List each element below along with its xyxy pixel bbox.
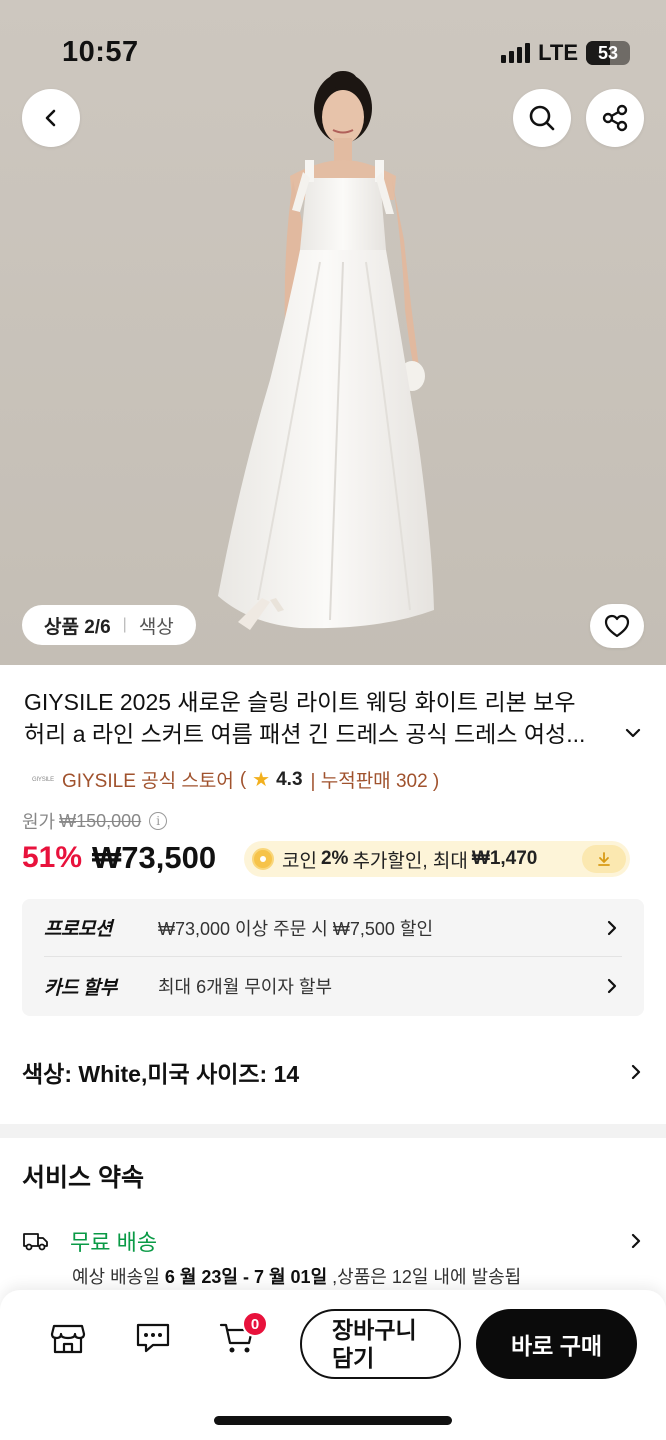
favorite-button[interactable] xyxy=(590,604,644,648)
add-to-cart-button[interactable]: 장바구니 담기 xyxy=(300,1309,461,1379)
product-title-line1: GIYSILE 2025 새로운 슬링 라이트 웨딩 화이트 리본 보우 xyxy=(24,689,576,715)
truck-icon xyxy=(23,1233,48,1251)
section-divider xyxy=(0,1124,666,1138)
delivery-suffix: ,상품은 12일 내에 발송됩 xyxy=(332,1267,522,1287)
add-to-cart-label-line1: 장바구니 xyxy=(332,1317,417,1343)
original-price-row: 원가 ₩150,000 i xyxy=(22,808,168,834)
star-icon: ★ xyxy=(252,769,271,791)
chat-icon xyxy=(136,1323,170,1353)
share-button[interactable] xyxy=(586,89,644,147)
promotion-label: 프로모션 xyxy=(44,919,112,940)
sale-price: ₩73,500 xyxy=(92,840,217,875)
delivery-prefix: 예상 배송일 xyxy=(72,1267,160,1287)
store-rating: 4.3 xyxy=(276,768,303,790)
heart-icon xyxy=(604,614,630,638)
chevron-right-icon xyxy=(602,977,622,995)
pill-divider: | xyxy=(122,616,127,633)
download-icon xyxy=(598,852,610,866)
original-price: ₩150,000 xyxy=(59,810,142,831)
card-installment-label: 카드 할부 xyxy=(44,977,117,999)
coin-icon xyxy=(252,848,274,870)
coin-middle-text: 추가할인, 최대 xyxy=(352,850,468,872)
promotion-row[interactable]: 프로모션 ₩73,000 이상 주문 시 ₩7,500 할인 xyxy=(44,899,622,957)
chevron-right-icon xyxy=(631,1064,641,1080)
chat-button[interactable] xyxy=(133,1318,173,1358)
coin-download-button[interactable] xyxy=(582,845,626,873)
chevron-left-icon xyxy=(45,109,56,127)
store-link[interactable]: GIYSILE GIYSILE 공식 스토어 ( ★ 4.3 | 누적판매 30… xyxy=(32,766,439,793)
selected-option: 색상: White,미국 사이즈: 14 xyxy=(22,1061,300,1087)
storefront-icon xyxy=(50,1324,86,1354)
store-logo: GIYSILE xyxy=(32,776,54,783)
product-title-line2: 허리 a 라인 스커트 여름 패션 긴 드레스 공식 드레스 여성... xyxy=(24,721,586,747)
promotion-box: 프로모션 ₩73,000 이상 주문 시 ₩7,500 할인 카드 할부 최대 … xyxy=(22,899,644,1016)
status-bar: 10:57 LTE 53 xyxy=(0,0,666,100)
network-type: LTE xyxy=(538,40,578,65)
promotion-text: ₩73,000 이상 주문 시 ₩7,500 할인 xyxy=(158,918,434,939)
home-indicator xyxy=(214,1416,452,1425)
status-time: 10:57 xyxy=(62,36,139,68)
option-selector[interactable]: 색상: White,미국 사이즈: 14 xyxy=(22,1052,644,1092)
signal-icon xyxy=(501,43,531,63)
shipping-label: 무료 배송 xyxy=(70,1230,158,1255)
rating-open-paren: ( xyxy=(239,768,247,790)
coin-percent: 2% xyxy=(320,848,349,869)
chevron-down-icon[interactable] xyxy=(622,722,644,744)
store-button[interactable] xyxy=(48,1318,88,1358)
tab-color[interactable]: 색상 xyxy=(139,612,174,639)
battery-level: 53 xyxy=(597,42,619,63)
discount-rate: 51% xyxy=(22,841,83,874)
store-name: GIYSILE 공식 스토어 xyxy=(61,771,234,792)
original-price-label: 원가 xyxy=(22,812,56,832)
coin-prefix: 코인 xyxy=(282,850,317,872)
info-icon[interactable]: i xyxy=(149,812,168,830)
cart-count-badge: 0 xyxy=(242,1311,268,1337)
store-sales: | 누적판매 302 ) xyxy=(310,771,440,792)
buy-now-button[interactable]: 바로 구매 xyxy=(476,1309,637,1379)
card-installment-text: 최대 6개월 무이자 할부 xyxy=(158,977,333,997)
gallery-counter-pill[interactable]: 상품 2/6 | 색상 xyxy=(22,605,196,645)
search-icon xyxy=(529,105,555,131)
image-counter: 상품 2/6 xyxy=(44,616,111,638)
chevron-right-icon xyxy=(631,1233,641,1249)
shipping-row[interactable]: 무료 배송 xyxy=(22,1224,644,1258)
add-to-cart-label-line2: 담기 xyxy=(332,1345,375,1371)
battery-icon: 53 xyxy=(586,41,630,65)
delivery-estimate: 예상 배송일 6 월 23일 - 7 월 01일 ,상품은 12일 내에 발송됩 xyxy=(72,1263,521,1289)
product-title[interactable]: GIYSILE 2025 새로운 슬링 라이트 웨딩 화이트 리본 보우 허리 … xyxy=(24,686,624,750)
chevron-right-icon xyxy=(602,919,622,937)
price-row: 51% ₩73,500 xyxy=(22,840,216,876)
coin-max: ₩1,470 xyxy=(471,848,538,869)
card-installment-row[interactable]: 카드 할부 최대 6개월 무이자 할부 xyxy=(44,957,622,1015)
delivery-dates: 6 월 23일 - 7 월 01일 xyxy=(164,1267,328,1287)
back-button[interactable] xyxy=(22,89,80,147)
coin-discount-pill[interactable]: 코인 2% 추가할인, 최대 ₩1,470 xyxy=(244,841,630,877)
status-indicators: LTE 53 xyxy=(501,40,630,66)
search-button[interactable] xyxy=(513,89,571,147)
share-icon xyxy=(602,104,628,132)
service-section-title: 서비스 약속 xyxy=(22,1164,144,1192)
product-image-gallery[interactable]: 10:57 LTE 53 상품 2/6 | 색상 xyxy=(0,0,666,665)
